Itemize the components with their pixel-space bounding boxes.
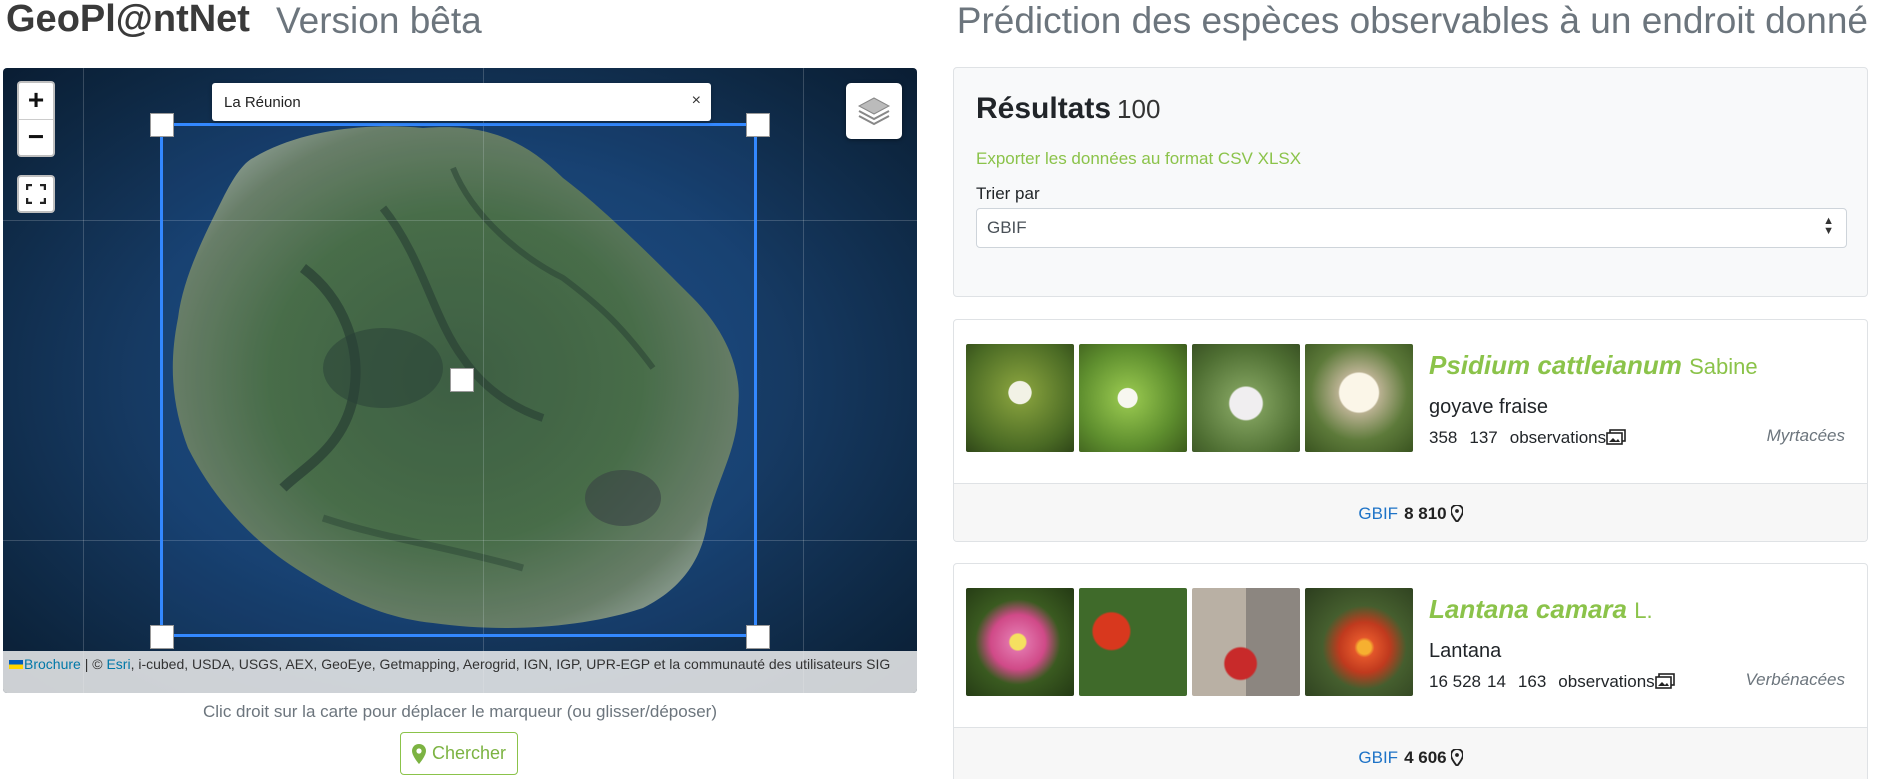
data-source-link[interactable]: GBIF: [1358, 504, 1398, 524]
species-stat: 358: [1429, 428, 1458, 447]
species-photos: [966, 344, 1413, 452]
species-stat-value: 14: [1487, 672, 1506, 691]
selection-handle-ne[interactable]: [746, 113, 770, 137]
export-links: Exporter les données au format CSV XLSX: [976, 149, 1301, 169]
selection-handle-center[interactable]: [450, 368, 474, 392]
species-stat: 137: [1469, 428, 1498, 447]
clear-search-button[interactable]: ×: [692, 92, 701, 110]
species-card[interactable]: Lantana camara L. Lantana 16 528 14 163 obs…: [953, 563, 1868, 779]
attribution-separator: | ©: [80, 656, 107, 672]
species-author: Sabine: [1689, 354, 1758, 379]
species-stats: 358 137 observations: [1429, 428, 1626, 448]
species-stat-value: 16 528: [1429, 672, 1481, 691]
card-footer: GBIF 4 606: [954, 727, 1867, 779]
ukraine-flag-icon: [9, 660, 23, 669]
sort-selected-value: GBIF: [987, 218, 1027, 237]
layers-icon: [857, 97, 891, 126]
species-stat: 16 528 14: [1429, 672, 1518, 691]
grid-line: [803, 68, 804, 693]
sort-label: Trier par: [976, 184, 1040, 203]
occurrence-count: 8 810: [1404, 503, 1447, 523]
fullscreen-button[interactable]: [17, 175, 55, 213]
species-family: Verbénacées: [1745, 670, 1845, 689]
attribution-text: , i-cubed, USDA, USGS, AEX, GeoEye, Getm…: [130, 656, 891, 672]
export-prefix: Exporter les données au format: [976, 149, 1214, 168]
map-view[interactable]: + − × Brochure | © Esri, i-cubed, USDA, …: [3, 68, 917, 693]
species-common-name: Lantana: [1429, 640, 1502, 662]
species-photo[interactable]: [1305, 588, 1413, 696]
app-version: Version bêta: [276, 0, 482, 41]
export-xlsx-link[interactable]: XLSX: [1258, 149, 1301, 168]
sort-select[interactable]: GBIF ▲ ▼: [976, 208, 1847, 248]
species-name[interactable]: Lantana camara L.: [1429, 594, 1653, 625]
location-search-input[interactable]: [224, 83, 664, 121]
brochure-link[interactable]: Brochure: [24, 656, 81, 672]
species-photo[interactable]: [1079, 588, 1187, 696]
fullscreen-icon: [26, 184, 46, 204]
zoom-out-button[interactable]: −: [19, 119, 53, 155]
results-heading: Résultats 100: [976, 92, 1160, 126]
card-footer: GBIF 8 810: [954, 483, 1867, 541]
map-hint: Clic droit sur la carte pour déplacer le…: [202, 702, 717, 721]
species-author: L.: [1634, 598, 1653, 623]
images-icon: [1606, 429, 1626, 445]
selection-handle-sw[interactable]: [150, 625, 174, 649]
species-common-name: goyave fraise: [1429, 396, 1548, 418]
species-scientific-name: Lantana camara: [1429, 594, 1627, 624]
occurrence-count: 4 606: [1404, 747, 1447, 767]
zoom-in-button[interactable]: +: [19, 83, 53, 119]
species-stat: 163: [1517, 672, 1547, 691]
species-name[interactable]: Psidium cattleianum Sabine: [1429, 350, 1758, 381]
images-icon: [1654, 673, 1675, 689]
species-photo[interactable]: [1192, 588, 1300, 696]
app-brand[interactable]: GeoPl@ntNet: [6, 0, 250, 41]
geocoder-search: ×: [212, 83, 711, 121]
selection-handle-se[interactable]: [746, 625, 770, 649]
map-attribution: Brochure | © Esri, i-cubed, USDA, USGS, …: [3, 651, 917, 693]
search-button-label: Chercher: [431, 743, 507, 763]
species-photo[interactable]: [1192, 344, 1300, 452]
esri-link[interactable]: Esri: [106, 656, 130, 672]
data-source-link[interactable]: GBIF: [1358, 748, 1398, 768]
results-title: Résultats: [976, 92, 1112, 125]
species-photo[interactable]: [966, 344, 1074, 452]
species-card[interactable]: Psidium cattleianum Sabine goyave fraise…: [953, 319, 1868, 542]
observations-label: observations: [1509, 428, 1607, 447]
species-family: Myrtacées: [1766, 426, 1845, 445]
species-photo[interactable]: [966, 588, 1074, 696]
map-marker-icon: [1450, 749, 1463, 766]
results-count: 100: [1117, 94, 1161, 124]
map-marker-icon: [411, 743, 426, 764]
selection-handle-nw[interactable]: [150, 113, 174, 137]
search-button[interactable]: Chercher: [400, 732, 518, 775]
species-photos: [966, 588, 1413, 696]
results-panel: Résultats 100 Exporter les données au for…: [953, 67, 1868, 297]
species-photo[interactable]: [1305, 344, 1413, 452]
select-arrows-icon: ▲ ▼: [1823, 215, 1834, 237]
zoom-control: + −: [17, 81, 55, 157]
map-marker-icon: [1450, 505, 1463, 522]
layers-button[interactable]: [846, 83, 902, 139]
observations-label: observations: [1558, 672, 1655, 691]
export-csv-link[interactable]: CSV: [1218, 149, 1253, 168]
grid-line: [83, 68, 84, 693]
species-stats: 16 528 14 163 observations: [1429, 672, 1675, 692]
species-photo[interactable]: [1079, 344, 1187, 452]
page-tagline: Prédiction des espèces observables à un …: [956, 0, 1868, 41]
species-scientific-name: Psidium cattleianum: [1429, 350, 1682, 380]
